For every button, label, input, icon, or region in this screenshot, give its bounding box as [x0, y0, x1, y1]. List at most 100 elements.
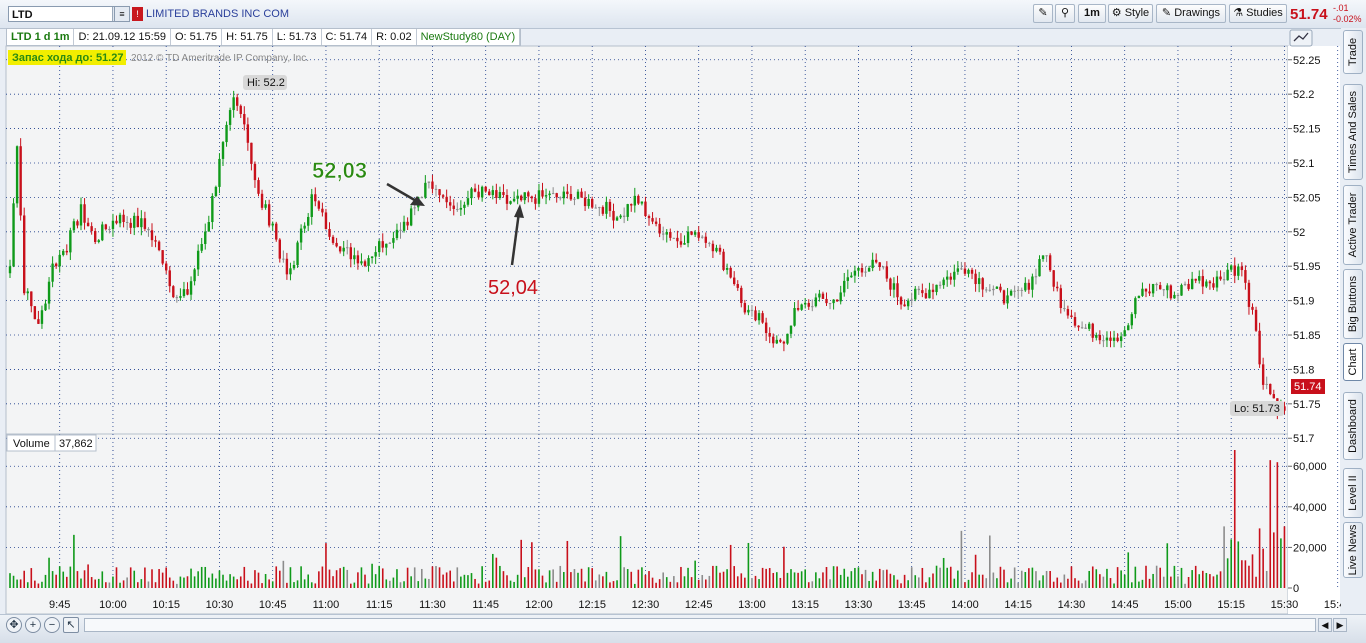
volume-bar	[307, 574, 309, 588]
volume-bar	[1162, 576, 1165, 588]
candle-body	[1265, 383, 1268, 385]
volume-bar	[538, 569, 540, 588]
symbol-menu-icon[interactable]: ≡	[114, 6, 130, 22]
volume-bar	[637, 569, 640, 588]
cursor-icon[interactable]: ↖	[63, 617, 79, 633]
candle-body	[626, 204, 629, 217]
volume-bar	[499, 565, 501, 588]
tab-active-trader[interactable]: Active Trader	[1343, 185, 1363, 265]
tab-big-buttons[interactable]: Big Buttons	[1343, 269, 1363, 339]
candle-body	[1190, 278, 1194, 290]
candle-body	[257, 180, 260, 194]
horizontal-scrollbar[interactable]	[84, 618, 1316, 632]
scroll-right-icon[interactable]: ▶	[1333, 618, 1347, 632]
volume-bar	[1184, 583, 1186, 588]
studies-button[interactable]: ⚗ Studies	[1229, 4, 1287, 23]
volume-bar	[705, 579, 707, 588]
tab-level-ii[interactable]: Level II	[1343, 468, 1363, 518]
candle-body	[665, 232, 668, 235]
volume-bar	[960, 530, 963, 588]
candle-body	[413, 207, 416, 209]
drawing-tool-icon[interactable]: ⚲	[1055, 4, 1075, 23]
volume-bar	[758, 579, 760, 588]
tab-dashboard[interactable]: Dashboard	[1343, 392, 1363, 460]
volume-bar	[957, 570, 959, 588]
tab-times-and-sales[interactable]: Times And Sales	[1343, 84, 1363, 180]
candle-body	[1105, 337, 1109, 341]
candle-body	[821, 293, 825, 299]
volume-bar	[875, 580, 877, 588]
candle-body	[204, 231, 207, 245]
time-tick-label: 11:00	[313, 599, 340, 611]
company-name: LIMITED BRANDS INC COM	[146, 8, 290, 20]
candle-body	[1219, 276, 1222, 280]
candle-body	[633, 195, 636, 206]
candle-body	[1134, 298, 1137, 315]
candle-body	[757, 313, 761, 321]
candle-body	[981, 278, 984, 290]
volume-bar	[765, 568, 767, 588]
side-tabs: Trade Times And Sales Active Trader Big …	[1341, 28, 1366, 614]
candle-body	[580, 191, 583, 198]
candle-body	[725, 267, 729, 270]
candle-body	[282, 258, 285, 260]
candle-body	[1123, 330, 1126, 337]
volume-bar	[80, 578, 82, 588]
volume-bar	[321, 566, 324, 588]
volume-bar	[215, 578, 217, 588]
zoom-out-icon[interactable]: −	[44, 617, 60, 633]
tab-live-news[interactable]: Live News	[1343, 522, 1363, 578]
interval-button[interactable]: 1m	[1078, 4, 1106, 23]
volume-bar	[509, 580, 512, 588]
candle-body	[846, 277, 849, 281]
volume-bar	[374, 574, 377, 588]
volume-bar	[800, 571, 803, 588]
candle-body	[388, 242, 392, 244]
candle-body	[83, 204, 86, 223]
volume-bar	[779, 577, 782, 588]
volume-bar	[271, 581, 274, 588]
volume-bar	[999, 566, 1002, 588]
style-button[interactable]: ⚙ Style	[1108, 4, 1153, 23]
candle-body	[1272, 394, 1275, 399]
volume-bar	[822, 572, 824, 588]
candle-body	[715, 247, 718, 252]
volume-bar	[829, 579, 831, 588]
volume-bar	[463, 574, 466, 588]
volume-bar	[204, 566, 207, 588]
volume-bar	[1233, 450, 1236, 588]
volume-bar	[523, 577, 526, 588]
drawings-button[interactable]: ✎ Drawings	[1156, 4, 1226, 23]
volume-bar	[421, 568, 423, 588]
volume-bar	[1248, 565, 1250, 588]
crosshair-tool-icon[interactable]: ✎	[1033, 4, 1053, 23]
volume-bar	[925, 582, 927, 588]
volume-bar	[55, 574, 57, 588]
tab-trade[interactable]: Trade	[1343, 30, 1363, 74]
candle-body	[260, 193, 264, 208]
volume-bar	[832, 566, 835, 588]
tab-dashboard-label: Dashboard	[1347, 399, 1359, 453]
volume-bar	[790, 569, 792, 588]
candle-body	[23, 215, 26, 294]
candle-body	[296, 242, 299, 265]
price-chart[interactable]: 52.25 52.2 52.15 52.1 52.05 52 51.95 51.9 51.85 5…	[0, 28, 1341, 614]
candle-body	[647, 216, 651, 219]
candle-body	[906, 300, 910, 307]
zoom-in-icon[interactable]: +	[25, 617, 41, 633]
symbol-text: LTD	[12, 9, 33, 21]
last-price-tag-text: 51.74	[1294, 381, 1322, 393]
scroll-left-icon[interactable]: ◀	[1318, 618, 1332, 632]
candle-body	[1009, 290, 1013, 296]
candle-body	[885, 266, 889, 279]
volume-bar	[939, 567, 941, 588]
candle-body	[65, 250, 68, 253]
candle-body	[985, 289, 988, 291]
tab-chart[interactable]: Chart	[1343, 343, 1363, 381]
symbol-input[interactable]: LTD ▼	[8, 6, 128, 22]
candle-body	[559, 197, 562, 199]
candle-body	[54, 263, 58, 267]
pan-icon[interactable]: ✥	[6, 617, 22, 633]
candle-body	[658, 223, 661, 234]
volume-bar	[996, 578, 998, 588]
